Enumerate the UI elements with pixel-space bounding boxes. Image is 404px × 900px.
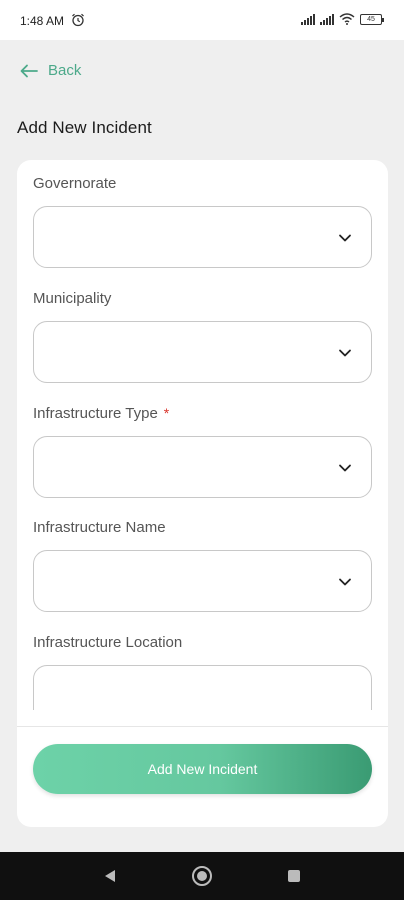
form-scroll-area[interactable]: Governorate Municipality Infrastructure … bbox=[17, 160, 388, 710]
back-button[interactable]: Back bbox=[20, 62, 81, 79]
arrow-left-icon bbox=[20, 64, 38, 77]
page-title: Add New Incident bbox=[17, 118, 152, 137]
infrastructure-location-label: Infrastructure Location bbox=[33, 634, 183, 651]
status-time: 1:48 AM bbox=[20, 14, 65, 28]
status-icons: 45 bbox=[301, 13, 384, 25]
signal-icon bbox=[320, 13, 334, 25]
signal-icon bbox=[301, 13, 315, 25]
nav-recent-icon[interactable] bbox=[288, 870, 300, 882]
infrastructure-type-select[interactable] bbox=[33, 436, 372, 498]
system-nav-bar bbox=[0, 852, 404, 900]
infrastructure-name-label: Infrastructure Name bbox=[33, 519, 166, 536]
chevron-down-icon bbox=[339, 578, 351, 586]
status-bar: 1:48 AM 45 bbox=[0, 0, 404, 40]
infrastructure-name-select[interactable] bbox=[33, 550, 372, 612]
required-marker: * bbox=[163, 405, 170, 421]
municipality-select[interactable] bbox=[33, 321, 372, 383]
wifi-icon bbox=[339, 13, 355, 25]
governorate-label: Governorate bbox=[33, 175, 117, 192]
infrastructure-location-input[interactable] bbox=[33, 665, 372, 710]
divider bbox=[17, 726, 388, 727]
back-label: Back bbox=[48, 62, 82, 79]
governorate-select[interactable] bbox=[33, 206, 372, 268]
chevron-down-icon bbox=[339, 464, 351, 472]
municipality-label: Municipality bbox=[33, 290, 112, 307]
chevron-down-icon bbox=[339, 234, 351, 242]
infrastructure-type-label: Infrastructure Type * bbox=[33, 405, 169, 422]
alarm-icon bbox=[72, 13, 84, 27]
form-card: Governorate Municipality Infrastructure … bbox=[17, 160, 388, 827]
add-new-incident-button[interactable]: Add New Incident bbox=[33, 744, 372, 794]
chevron-down-icon bbox=[339, 349, 351, 357]
battery-icon: 45 bbox=[360, 14, 384, 25]
nav-home-icon[interactable] bbox=[192, 866, 212, 886]
nav-back-icon[interactable] bbox=[104, 869, 116, 883]
infrastructure-type-label-text: Infrastructure Type bbox=[33, 405, 158, 422]
